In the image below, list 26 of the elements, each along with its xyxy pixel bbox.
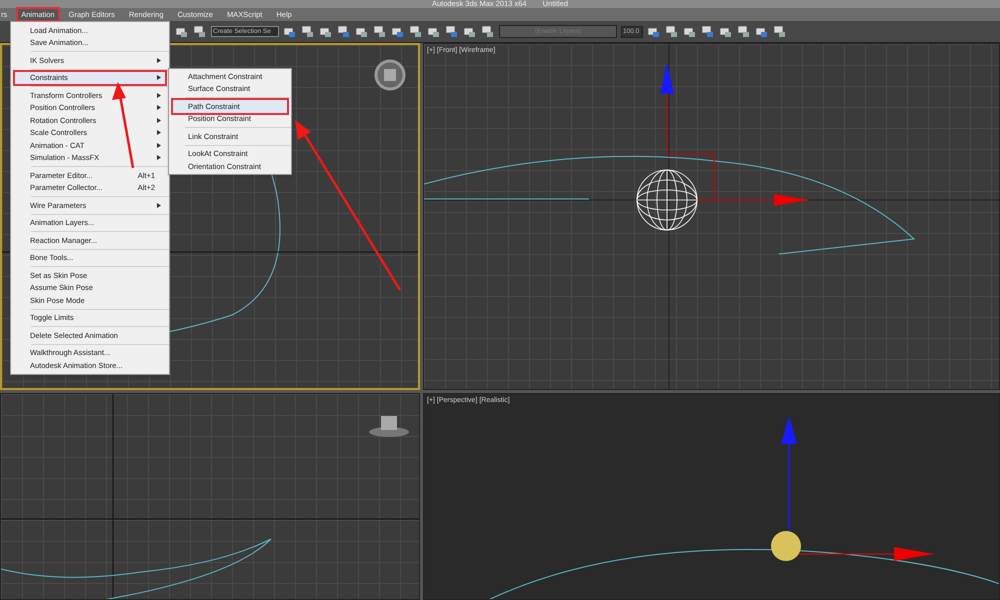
toolbar-tool-icon[interactable] <box>409 24 423 38</box>
toolbar-tool-icon[interactable] <box>373 24 387 38</box>
toolbar-tool-icon[interactable] <box>193 24 207 38</box>
toolbar-tool-icon[interactable] <box>737 24 751 38</box>
toolbar-tool-icon[interactable] <box>719 24 733 38</box>
toolbar-tool-icon[interactable] <box>175 24 189 38</box>
viewcube-icon <box>374 60 406 90</box>
toolbar-tool-icon[interactable] <box>773 24 787 38</box>
toolbar-tool-icon[interactable] <box>283 24 297 38</box>
toolbar-tool-icon[interactable] <box>427 24 441 38</box>
toolbar-tool-icon[interactable] <box>301 24 315 38</box>
toolbar-tool-icon[interactable] <box>755 24 769 38</box>
toolbar-tool-icon[interactable] <box>391 24 405 38</box>
toolbar-tool-icon[interactable] <box>647 24 661 38</box>
toolbar-tool-icon[interactable] <box>701 24 715 38</box>
viewcube-icon <box>369 416 409 437</box>
wireframe-sphere <box>636 170 698 230</box>
toolbar-tool-icon[interactable] <box>355 24 369 38</box>
toolbar-tool-icon[interactable] <box>463 24 477 38</box>
toolbar-tool-icon[interactable] <box>445 24 459 38</box>
toolbar-tool-icon[interactable] <box>683 24 697 38</box>
toolbar-tool-icon[interactable] <box>481 24 495 38</box>
shaded-sphere <box>771 531 801 561</box>
toolbar-tool-icon[interactable] <box>319 24 333 38</box>
toolbar-tool-icon[interactable] <box>337 24 351 38</box>
toolbar-tool-icon[interactable] <box>665 24 679 38</box>
